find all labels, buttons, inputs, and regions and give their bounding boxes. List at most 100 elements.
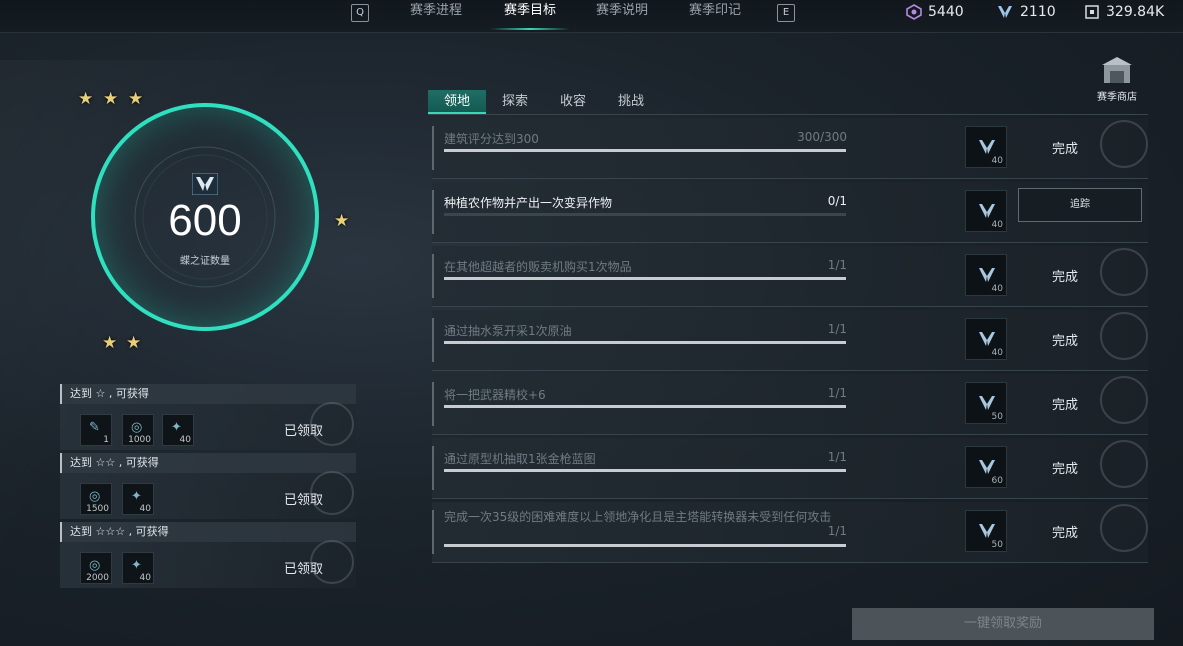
task-reward-count: 40 (991, 220, 1003, 230)
tab-season-progress[interactable]: 赛季进程 (396, 0, 476, 30)
reward-item[interactable]: ◎ 2000 (80, 552, 112, 584)
task-reward-count: 40 (991, 348, 1003, 358)
shard-icon: ✦ (131, 489, 142, 504)
task-row-accent (432, 126, 434, 170)
butterfly-token-icon (192, 173, 218, 195)
currency-resource-value: 329.84K (1106, 4, 1165, 20)
claim-all-button[interactable]: 一键领取奖励 (852, 608, 1154, 640)
reward-item[interactable]: ✎ 1 (80, 414, 112, 446)
task-reward[interactable]: 40 (965, 254, 1007, 296)
task-status: 完成 (1052, 142, 1079, 157)
task-row[interactable]: 种植农作物并产出一次变异作物 0/1 40 追踪 (432, 182, 1148, 243)
star-icon: ★ (128, 89, 144, 109)
tab-explore[interactable]: 探索 (490, 90, 540, 114)
tab-territory[interactable]: 领地 (428, 90, 486, 114)
coin-icon: ◎ (89, 558, 101, 573)
task-progress-fill (444, 149, 846, 152)
task-progress-fill (444, 405, 846, 408)
tab-season-info[interactable]: 赛季说明 (582, 0, 662, 30)
tab-containment[interactable]: 收容 (548, 90, 598, 114)
task-reward[interactable]: 50 (965, 510, 1007, 552)
check-icon (1100, 120, 1148, 168)
check-icon (1100, 440, 1148, 488)
reward-item[interactable]: ◎ 1000 (122, 414, 154, 446)
reward-tier-heading: 达到 ☆☆☆ , 可获得 (60, 522, 356, 542)
butterfly-token-icon (979, 460, 995, 474)
star-icon: ★ (78, 89, 94, 109)
reward-item-count: 40 (139, 573, 151, 583)
star-icon: ★ (102, 333, 118, 353)
tab-season-mark[interactable]: 赛季印记 (675, 0, 755, 30)
task-row[interactable]: 通过抽水泵开采1次原油 1/1 40 完成 (432, 310, 1148, 371)
task-title: 种植农作物并产出一次变异作物 (444, 196, 613, 210)
task-reward[interactable]: 40 (965, 318, 1007, 360)
task-progress-bar (444, 405, 846, 408)
task-title: 建筑评分达到300 (444, 132, 539, 146)
task-title: 完成一次35级的困难难度以上领地净化且是主塔能转换器未受到任何攻击 (444, 510, 832, 524)
butterfly-token-icon (979, 204, 995, 218)
reward-item[interactable]: ◎ 1500 (80, 483, 112, 515)
tabs-divider (428, 114, 1148, 115)
reward-item-count: 1500 (86, 504, 109, 514)
task-reward[interactable]: 40 (965, 190, 1007, 232)
task-row[interactable]: 建筑评分达到300 300/300 40 完成 (432, 118, 1148, 179)
reward-tier-heading: 达到 ☆ , 可获得 (60, 384, 356, 404)
check-icon (1100, 376, 1148, 424)
task-reward[interactable]: 40 (965, 126, 1007, 168)
key-hint-e[interactable]: E (777, 4, 795, 22)
task-progress-text: 1/1 (827, 322, 847, 336)
gun-icon: ✎ (89, 420, 100, 435)
task-status: 完成 (1052, 526, 1079, 541)
task-row[interactable]: 完成一次35级的困难难度以上领地净化且是主塔能转换器未受到任何攻击 1/1 50 完成 (432, 502, 1148, 563)
shop-icon (1102, 57, 1132, 83)
reward-item-count: 40 (139, 504, 151, 514)
task-progress-fill (444, 544, 846, 547)
task-progress-text: 300/300 (797, 130, 847, 144)
reward-tier-1: 达到 ☆ , 可获得 ✎ 1 ◎ 1000 ✦ 40 已领取 (60, 384, 356, 450)
task-reward[interactable]: 60 (965, 446, 1007, 488)
task-status: 完成 (1052, 334, 1079, 349)
reward-item[interactable]: ✦ 40 (162, 414, 194, 446)
butterfly-token-icon (979, 332, 995, 346)
tab-challenge[interactable]: 挑战 (606, 90, 656, 114)
task-title: 在其他超越者的贩卖机购买1次物品 (444, 260, 632, 274)
check-icon (310, 540, 354, 584)
season-shop-button[interactable]: 赛季商店 (1094, 55, 1140, 103)
butterfly-token-icon (979, 140, 995, 154)
task-title: 通过原型机抽取1张金枪蓝图 (444, 452, 596, 466)
reward-item-count: 40 (179, 435, 191, 445)
tab-season-goals[interactable]: 赛季目标 (490, 0, 570, 30)
currency-gems-value: 5440 (928, 4, 964, 20)
task-progress-bar (444, 469, 846, 472)
task-title: 通过抽水泵开采1次原油 (444, 324, 572, 338)
task-reward-count: 40 (991, 284, 1003, 294)
reward-item[interactable]: ✦ 40 (122, 552, 154, 584)
task-progress-fill (444, 341, 846, 344)
task-progress-text: 1/1 (827, 258, 847, 272)
task-reward[interactable]: 50 (965, 382, 1007, 424)
task-row[interactable]: 通过原型机抽取1张金枪蓝图 1/1 60 完成 (432, 438, 1148, 499)
task-row-accent (432, 190, 434, 234)
reward-item-count: 1000 (128, 435, 151, 445)
butterfly-token-icon (979, 268, 995, 282)
check-icon (310, 402, 354, 446)
butterfly-token-icon (979, 524, 995, 538)
key-hint-q[interactable]: Q (351, 4, 369, 22)
task-progress-bar (444, 213, 846, 216)
task-row-accent (432, 318, 434, 362)
task-reward-count: 60 (991, 476, 1003, 486)
token-count-label: 蝶之证数量 (180, 256, 230, 267)
task-progress-bar (444, 149, 846, 152)
task-reward-count: 50 (991, 412, 1003, 422)
currency-butterfly-value: 2110 (1020, 4, 1056, 20)
track-button[interactable]: 追踪 (1018, 188, 1142, 222)
reward-item[interactable]: ✦ 40 (122, 483, 154, 515)
task-row[interactable]: 在其他超越者的贩卖机购买1次物品 1/1 40 完成 (432, 246, 1148, 307)
task-progress-bar (444, 277, 846, 280)
task-progress-bar (444, 544, 846, 547)
check-icon (1100, 504, 1148, 552)
shard-icon: ✦ (171, 420, 182, 435)
butterfly-token-icon (979, 396, 995, 410)
reward-tier-3: 达到 ☆☆☆ , 可获得 ◎ 2000 ✦ 40 已领取 (60, 522, 356, 588)
task-row[interactable]: 将一把武器精校+6 1/1 50 完成 (432, 374, 1148, 435)
